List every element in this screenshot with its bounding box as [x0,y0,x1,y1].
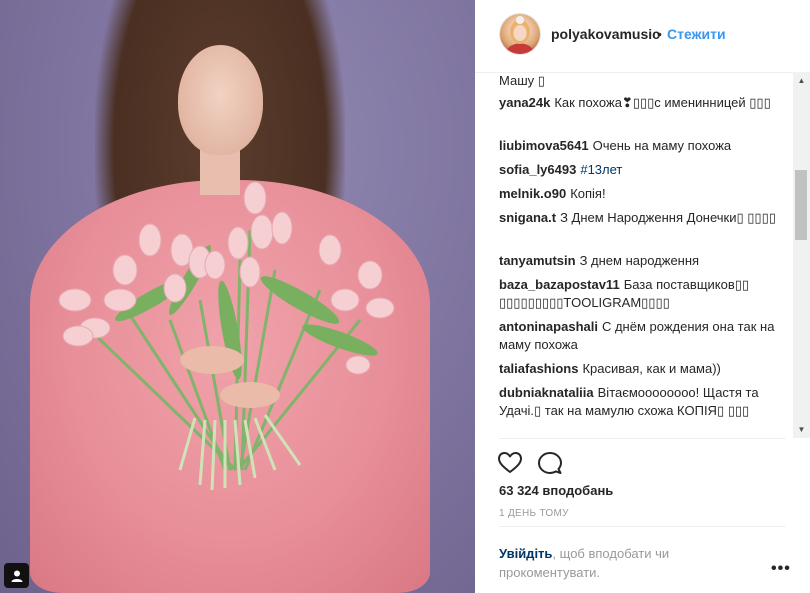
comment-text: Как похожа❣▯▯▯с именинницей ▯▯▯ [554,95,771,110]
comment-username[interactable]: dubniaknataliia [499,385,594,400]
comment-username[interactable]: tanyamutsin [499,253,576,268]
post-header: polyakovamusic • Стежити [475,0,810,73]
list-item: baza_bazapostav11 База поставщиков▯▯ ▯▯▯▯… [499,276,779,312]
divider [499,438,786,439]
comment-icon[interactable] [537,450,563,476]
comment-text: З днем народження [579,253,700,268]
list-item: sofia_ly6493 #13лет [499,161,779,179]
avatar-image [506,16,534,54]
photo-bouquet [58,181,395,491]
list-item: yana24k Как похожа❣▯▯▯с именинницей ▯▯▯ [499,94,779,112]
comments-list[interactable]: Машу ▯ yana24k Как похожа❣▯▯▯с имениннице… [475,72,795,438]
likes-count[interactable]: 63 324 вподобань [499,483,613,498]
separator-dot: • [657,26,662,42]
comment-username[interactable]: snigana.t [499,210,556,225]
login-prompt: Увійдіть, щоб вподобати чи прокоментуват… [499,544,749,582]
login-link[interactable]: Увійдіть [499,546,552,561]
comment-username[interactable]: melnik.o90 [499,186,566,201]
chevron-down-icon[interactable]: ▼ [793,421,810,438]
list-item: dubniaknataliia Вітаємоооооооо! Щастя та … [499,384,779,420]
comment-username[interactable]: taliafashions [499,361,578,376]
comment-text: Очень на маму похожа [592,138,732,153]
avatar[interactable] [500,14,540,54]
post-username[interactable]: polyakovamusic [551,26,660,42]
post-photo[interactable] [0,0,475,593]
list-item: antoninapashali С днём рождения она так н… [499,318,779,354]
divider [499,526,786,527]
scrollbar-thumb[interactable] [795,170,807,240]
chevron-up-icon[interactable]: ▲ [793,72,810,89]
list-item: tanyamutsin З днем народження [499,252,779,270]
post-timestamp: 1 ДЕНЬ ТОМУ [499,508,569,519]
comment-username[interactable]: yana24k [499,95,550,110]
comment-text: З Днем Народження Донечки▯ ▯▯▯▯ [560,210,776,225]
comments-scrollbar[interactable]: ▲ ▼ [793,72,810,438]
comment-username[interactable]: liubimova5641 [499,138,589,153]
post-panel: polyakovamusic • Стежити Машу ▯ yana24k К… [475,0,810,593]
list-item: snigana.t З Днем Народження Донечки▯ ▯▯▯▯ [499,209,779,227]
list-item: taliafashions Красивая, как и мама)) [499,360,779,378]
list-item: melnik.o90 Копія! [499,185,779,203]
heart-icon[interactable] [497,450,523,476]
user-tag-badge[interactable] [4,563,29,588]
follow-button[interactable]: Стежити [667,26,726,42]
hashtag-link[interactable]: #13лет [580,162,622,177]
comment-username[interactable]: antoninapashali [499,319,598,334]
list-item: liubimova5641 Очень на маму похожа [499,137,779,155]
list-item: Машу ▯ [499,72,779,90]
comment-text: Красивая, как и мама)) [582,361,721,376]
comment-username[interactable]: baza_bazapostav11 [499,277,620,292]
comment-text: Копія! [570,186,606,201]
more-options-button[interactable]: ••• [771,560,791,578]
user-icon [11,570,22,582]
comment-username[interactable]: sofia_ly6493 [499,162,576,177]
comment-text: Машу ▯ [499,73,545,88]
